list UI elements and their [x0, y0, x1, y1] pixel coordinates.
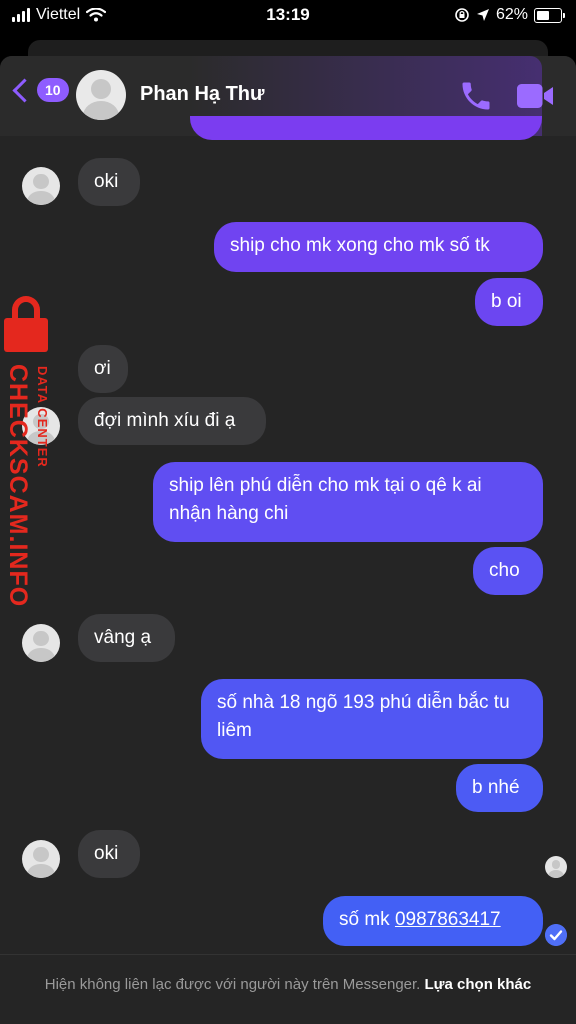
sender-avatar	[22, 840, 60, 878]
unread-badge: 10	[37, 78, 69, 102]
message-text: số mk	[339, 909, 395, 930]
message-bubble[interactable]: b oi	[475, 278, 543, 326]
message-bubble[interactable]: b nhé	[456, 764, 543, 812]
watermark-line2: CHECKSCAM.INFO	[4, 364, 32, 608]
contact-avatar[interactable]	[76, 70, 126, 120]
message-bubble[interactable]: ơi	[78, 345, 128, 393]
message-bubble[interactable]: cho	[473, 547, 543, 595]
back-button[interactable]: 10	[12, 77, 69, 103]
seen-avatar	[545, 856, 567, 878]
status-right: 62%	[454, 6, 565, 24]
rotation-lock-icon	[455, 8, 469, 22]
sender-avatar	[22, 624, 60, 662]
message-bubble[interactable]: oki	[78, 158, 140, 206]
sender-avatar	[22, 167, 60, 205]
message-bubble[interactable]: số mk 0987863417	[323, 896, 543, 946]
message-bubble[interactable]: vâng ạ	[78, 614, 175, 662]
contact-name[interactable]: Phan Hạ Thư	[140, 83, 265, 106]
delivered-check-icon	[545, 924, 567, 946]
lock-body	[4, 318, 48, 352]
other-options-link[interactable]: Lựa chọn khác	[425, 976, 532, 993]
message-bubble[interactable]: số nhà 18 ngõ 193 phú diễn bắc tu liêm	[201, 679, 543, 759]
previous-message-bubble	[190, 116, 542, 140]
chat-window: 10 Phan Hạ Thư oki ship cho mk xong cho …	[0, 56, 576, 1024]
notice-text: Hiện không liên lạc được với người này t…	[44, 976, 421, 993]
battery-icon	[534, 7, 565, 23]
chevron-left-icon	[12, 77, 37, 103]
message-bubble[interactable]: đợi mình xíu đi ạ	[78, 397, 266, 445]
phone-number-link[interactable]: 0987863417	[395, 909, 501, 930]
message-bubble[interactable]: ship lên phú diễn cho mk tại o qê k ai n…	[153, 462, 543, 542]
status-bar: Viettel 13:19 62%	[0, 0, 576, 30]
video-call-icon[interactable]	[514, 78, 556, 114]
message-bubble[interactable]: ship cho mk xong cho mk số tk	[214, 222, 543, 272]
unavailable-notice: Hiện không liên lạc được với người này t…	[0, 954, 576, 1024]
battery-percent: 62%	[495, 6, 528, 23]
watermark-line1: DATA CENTER	[35, 366, 50, 468]
location-icon	[476, 9, 489, 21]
phone-call-icon[interactable]	[458, 78, 494, 114]
message-bubble[interactable]: oki	[78, 830, 140, 878]
